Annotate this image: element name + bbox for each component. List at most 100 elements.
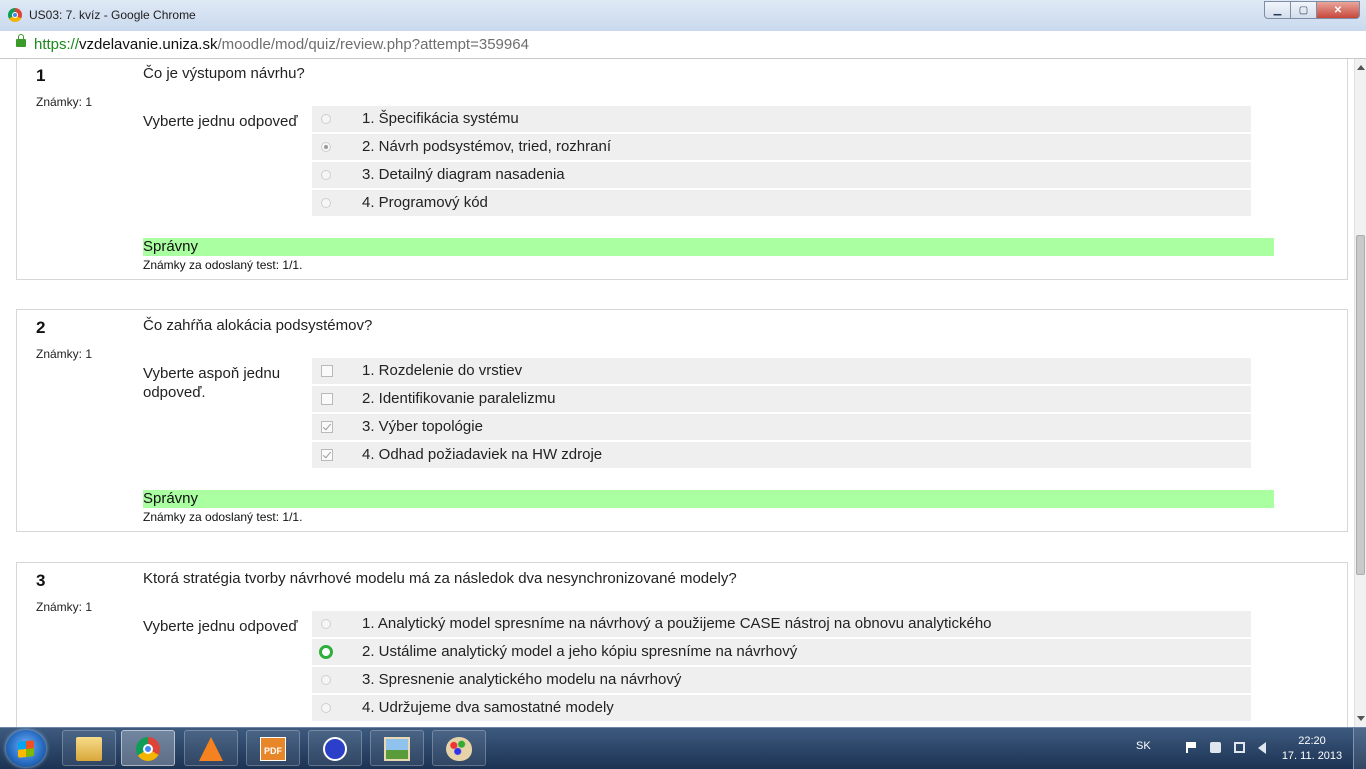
answer-prompt: Vyberte aspoň jednu odpoveď.: [143, 365, 281, 401]
answer-label: 2. Identifikovanie paralelizmu: [362, 390, 556, 407]
answer-label: 2. Návrh podsystémov, tried, rozhraní: [362, 138, 611, 155]
picture-viewer-icon: [384, 737, 410, 761]
radio-button[interactable]: [321, 675, 331, 685]
windows-taskbar: SK 22:20 17. 11. 2013: [0, 727, 1366, 769]
vlc-icon: [199, 737, 223, 761]
taskbar-chrome[interactable]: [121, 730, 175, 766]
minimize-button[interactable]: ▁: [1264, 1, 1290, 19]
volume-icon[interactable]: [1258, 742, 1266, 754]
question-number: 2: [36, 318, 46, 337]
window-controls: ▁ ▢ ✕: [1264, 1, 1360, 19]
close-button[interactable]: ✕: [1316, 1, 1360, 19]
usb-device-icon[interactable]: [1210, 742, 1221, 753]
answer-option[interactable]: 2. Ustálime analytický model a jeho kópi…: [312, 639, 1251, 665]
radio-button[interactable]: [321, 114, 331, 124]
answer-option[interactable]: 2. Identifikovanie paralelizmu: [312, 386, 1251, 412]
answer-label: 3. Spresnenie analytického modelu na náv…: [362, 671, 682, 688]
checkbox-checked[interactable]: [321, 449, 333, 461]
answer-prompt: Vyberte jednu odpoveď: [143, 113, 298, 130]
answer-list: 1. Špecifikácia systému 2. Návrh podsyst…: [312, 106, 1251, 218]
taskbar-picture-viewer[interactable]: [370, 730, 424, 766]
taskbar-eclipse[interactable]: [308, 730, 362, 766]
eclipse-icon: [323, 737, 347, 761]
radio-button[interactable]: [321, 198, 331, 208]
taskbar-vlc[interactable]: [184, 730, 238, 766]
scrollbar-thumb[interactable]: [1356, 235, 1365, 575]
question-number: 1: [36, 66, 46, 85]
answer-label: 1. Rozdelenie do vrstiev: [362, 362, 523, 379]
answer-list: 1. Rozdelenie do vrstiev 2. Identifikova…: [312, 358, 1251, 470]
checkbox[interactable]: [321, 365, 333, 377]
taskbar-pdf[interactable]: [246, 730, 300, 766]
radio-button[interactable]: [321, 170, 331, 180]
clock-time: 22:20: [1298, 735, 1326, 747]
clock-date: 17. 11. 2013: [1281, 750, 1343, 762]
question-grade: Známky: 1: [36, 600, 93, 614]
network-icon[interactable]: [1234, 742, 1245, 753]
radio-button-selected[interactable]: [319, 645, 333, 659]
checkbox-checked[interactable]: [321, 421, 333, 433]
question-text: Čo je výstupom návrhu?: [143, 65, 305, 82]
radio-button-selected[interactable]: [321, 142, 331, 152]
address-bar[interactable]: https://vzdelavanie.uniza.sk/moodle/mod/…: [0, 31, 1366, 59]
paint-icon: [446, 737, 472, 761]
question-text: Čo zahŕňa alokácia podsystémov?: [143, 317, 373, 334]
radio-button[interactable]: [321, 619, 331, 629]
answer-option[interactable]: 4. Odhad požiadaviek na HW zdroje: [312, 442, 1251, 468]
window-title-bar: US03: 7. kvíz - Google Chrome ▁ ▢ ✕: [0, 0, 1366, 32]
answer-option[interactable]: 3. Detailný diagram nasadenia: [312, 162, 1251, 188]
chrome-icon: [8, 8, 22, 22]
scroll-up-arrow-icon[interactable]: [1357, 65, 1365, 70]
pdf-icon: [260, 737, 286, 761]
answer-option[interactable]: 1. Analytický model spresníme na návrhov…: [312, 611, 1251, 637]
url-host: vzdelavanie.uniza.sk: [79, 36, 218, 53]
clock[interactable]: 22:20 17. 11. 2013: [1280, 734, 1344, 764]
page-content: 1 Známky: 1 Čo je výstupom návrhu? Vyber…: [0, 59, 1354, 727]
answer-label: 4. Odhad požiadaviek na HW zdroje: [362, 446, 603, 463]
feedback-correct: Správny: [143, 238, 1274, 256]
url-scheme: https://: [34, 36, 80, 53]
answer-label: 1. Špecifikácia systému: [362, 110, 519, 127]
answer-list: 1. Analytický model spresníme na návrhov…: [312, 611, 1251, 723]
chrome-icon: [136, 737, 160, 761]
windows-logo-icon: [18, 740, 34, 758]
language-indicator[interactable]: SK: [1136, 740, 1151, 752]
maximize-button[interactable]: ▢: [1290, 1, 1316, 19]
answer-label: 2. Ustálime analytický model a jeho kópi…: [362, 643, 798, 660]
action-center-flag-icon[interactable]: [1186, 742, 1199, 753]
lock-icon[interactable]: [16, 34, 26, 47]
question-1: 1 Známky: 1 Čo je výstupom návrhu? Vyber…: [16, 59, 1348, 280]
vertical-scrollbar[interactable]: [1354, 59, 1366, 727]
answer-label: 4. Programový kód: [362, 194, 488, 211]
answer-label: 1. Analytický model spresníme na návrhov…: [362, 615, 992, 632]
answer-option[interactable]: 4. Udržujeme dva samostatné modely: [312, 695, 1251, 721]
start-button[interactable]: [6, 730, 46, 767]
show-desktop-button[interactable]: [1353, 728, 1366, 769]
radio-button[interactable]: [321, 703, 331, 713]
question-grade: Známky: 1: [36, 347, 93, 361]
answer-option[interactable]: 3. Spresnenie analytického modelu na náv…: [312, 667, 1251, 693]
answer-option[interactable]: 4. Programový kód: [312, 190, 1251, 216]
question-2: 2 Známky: 1 Čo zahŕňa alokácia podsystém…: [16, 309, 1348, 532]
answer-label: 3. Detailný diagram nasadenia: [362, 166, 565, 183]
answer-option[interactable]: 3. Výber topológie: [312, 414, 1251, 440]
question-number: 3: [36, 571, 46, 590]
url-path: /moodle/mod/quiz/review.php?attempt=3599…: [217, 36, 529, 53]
answer-option[interactable]: 1. Špecifikácia systému: [312, 106, 1251, 132]
answer-label: 3. Výber topológie: [362, 418, 483, 435]
window-title: US03: 7. kvíz - Google Chrome: [29, 8, 196, 22]
answer-prompt: Vyberte jednu odpoveď: [143, 618, 298, 635]
grade-line: Známky za odoslaný test: 1/1.: [143, 510, 303, 524]
checkbox[interactable]: [321, 393, 333, 405]
url-text[interactable]: https://vzdelavanie.uniza.sk/moodle/mod/…: [34, 31, 529, 58]
taskbar-explorer[interactable]: [62, 730, 116, 766]
question-grade: Známky: 1: [36, 95, 93, 109]
answer-label: 4. Udržujeme dva samostatné modely: [362, 699, 614, 716]
taskbar-paint[interactable]: [432, 730, 486, 766]
answer-option[interactable]: 2. Návrh podsystémov, tried, rozhraní: [312, 134, 1251, 160]
scroll-down-arrow-icon[interactable]: [1357, 716, 1365, 721]
answer-option[interactable]: 1. Rozdelenie do vrstiev: [312, 358, 1251, 384]
feedback-correct: Správny: [143, 490, 1274, 508]
folder-icon: [76, 737, 102, 761]
question-text: Ktorá stratégia tvorby návrhové modelu m…: [143, 570, 737, 587]
